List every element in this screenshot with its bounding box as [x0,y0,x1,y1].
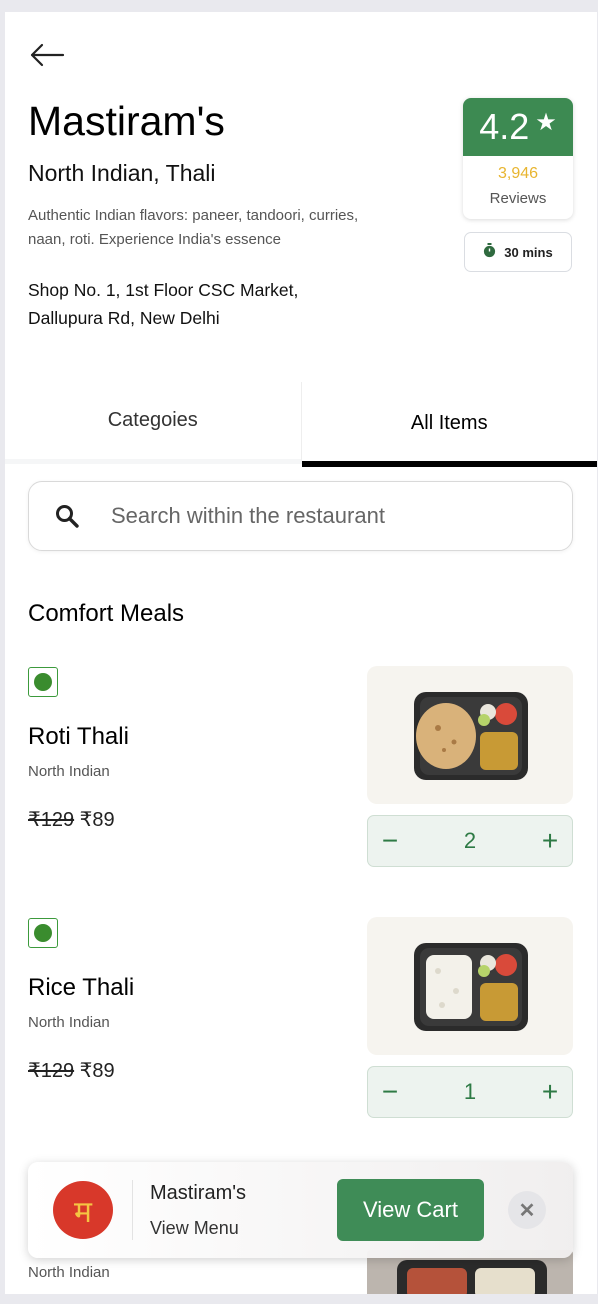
increase-quantity-button[interactable]: + [528,1067,572,1117]
divider [132,1180,133,1240]
timer-icon [483,243,496,261]
delivery-time: 30 mins [504,244,553,260]
item-current-price: ₹89 [79,1060,115,1082]
restaurant-description: Authentic Indian flavors: paneer, tandoo… [28,207,359,248]
item-old-price: ₹129 [28,809,75,831]
restaurant-screen: Mastiram's North Indian, Thali Authentic… [5,12,597,1294]
decrease-quantity-button[interactable]: − [368,1067,412,1117]
item-cuisine: North Indian [28,763,110,780]
search-icon [56,505,79,528]
quantity-stepper: − 2 + [367,815,573,867]
item-price: ₹129 ₹89 [28,807,115,832]
restaurant-logo: म [53,1181,113,1239]
menu-item: Roti Thali North Indian ₹129 ₹89 − 2 + [5,666,597,877]
close-icon[interactable]: ✕ [508,1191,546,1229]
section-title: Comfort Meals [28,600,185,627]
roti-thali-image[interactable] [367,666,573,804]
decrease-quantity-button[interactable]: − [368,816,412,866]
item-name: Roti Thali [28,723,129,750]
item-cuisine: North Indian [28,1014,110,1031]
item-price: ₹129 ₹89 [28,1058,115,1083]
delivery-time-chip: 30 mins [464,232,572,272]
view-cart-button[interactable]: View Cart [337,1179,484,1241]
view-menu-link[interactable]: View Menu [150,1218,239,1239]
tab-all-items[interactable]: All Items [301,382,598,467]
restaurant-name: Mastiram's [28,98,225,144]
rating-card[interactable]: 4.2 ★ 3,946 Reviews [463,98,573,219]
item-old-price: ₹129 [28,1060,75,1082]
item-cuisine: North Indian [28,1264,110,1281]
star-icon: ★ [535,108,557,136]
increase-quantity-button[interactable]: + [528,816,572,866]
cart-restaurant-name: Mastiram's [150,1182,247,1204]
quantity-value: 1 [463,1079,477,1104]
review-count: 3,946 [497,165,539,182]
tab-categories[interactable]: Categoies [5,382,302,464]
item-name: Rice Thali [28,974,135,1001]
quantity-value: 2 [463,828,477,853]
restaurant-address: Shop No. 1, 1st Floor CSC Market, Dallup… [28,280,299,328]
reviews-label: Reviews [489,190,547,207]
restaurant-cuisine: North Indian, Thali [28,160,216,186]
veg-indicator-icon [28,918,58,948]
back-arrow-icon[interactable] [29,42,65,68]
rating-value: 4.2 [479,106,530,147]
search-input[interactable] [111,503,511,529]
item-current-price: ₹89 [79,809,115,831]
rice-thali-image[interactable] [367,917,573,1055]
cart-bar: म Mastiram's View Menu View Cart ✕ [28,1162,573,1258]
quantity-stepper: − 1 + [367,1066,573,1118]
logo-text: म [74,1194,92,1230]
menu-item: Rice Thali North Indian ₹129 ₹89 − 1 + [5,917,597,1128]
search-bar[interactable] [28,481,573,551]
menu-tabs: Categoies All Items [5,382,598,467]
veg-indicator-icon [28,667,58,697]
rating-badge: 4.2 ★ [463,98,573,156]
